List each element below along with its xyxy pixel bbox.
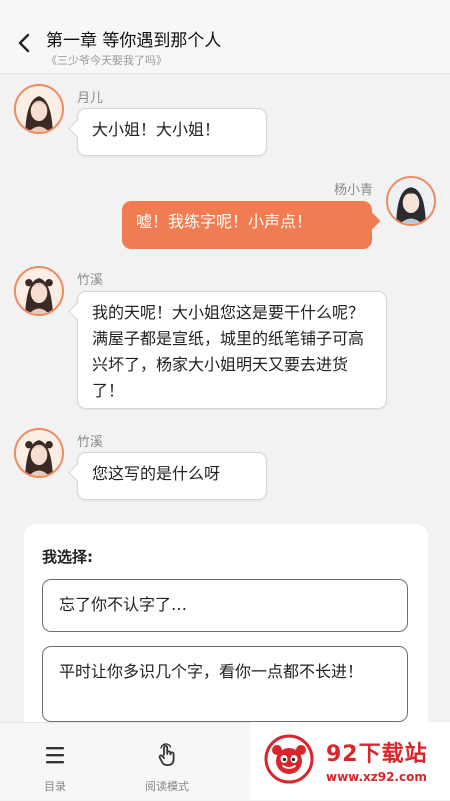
message-bubble: 我的天呢！大小姐您这是要干什么呢？满屋子都是宣纸，城里的纸笔铺子可高兴坏了，杨家… <box>77 291 387 409</box>
avatar-yang-xiaoqing <box>386 176 436 226</box>
chapter-header: 第一章 等你遇到那个人 《三少爷今天娶我了吗》 <box>0 0 450 74</box>
nav-label: 阅读模式 <box>145 780 189 793</box>
choice-title: 我选择: <box>42 548 93 566</box>
avatar-zhuxi <box>14 428 64 478</box>
message-bubble: 您这写的是什么呀 <box>77 452 267 500</box>
book-title: 《三少爷今天娶我了吗》 <box>46 54 167 67</box>
chapter-title: 第一章 等你遇到那个人 <box>46 31 222 51</box>
nav-catalog[interactable]: 目录 <box>10 723 100 801</box>
tap-hand-icon <box>158 743 175 766</box>
speaker-name: 杨小青 <box>333 183 373 198</box>
speaker-name: 月儿 <box>77 91 104 106</box>
list-icon <box>46 747 64 764</box>
site-watermark: 92下载站 www.xz92.com <box>250 722 450 800</box>
speaker-name: 竹溪 <box>77 435 104 450</box>
avatar-yueer <box>14 84 64 134</box>
nav-label: 目录 <box>44 780 66 793</box>
back-arrow-icon[interactable] <box>14 32 36 54</box>
avatar-zhuxi <box>14 266 64 316</box>
watermark-logo-icon <box>264 734 314 784</box>
choice-option-1[interactable]: 忘了你不认字了… <box>42 579 408 632</box>
watermark-name: 92下载站 <box>326 742 428 767</box>
message-bubble: 嘘！我练字呢！小声点！ <box>122 201 372 249</box>
nav-reading-mode[interactable]: 阅读模式 <box>122 723 212 801</box>
speaker-name: 竹溪 <box>77 273 104 288</box>
watermark-url: www.xz92.com <box>326 770 427 784</box>
choice-option-2[interactable]: 平时让你多识几个字，看你一点都不长进！ <box>42 646 408 722</box>
message-bubble: 大小姐！大小姐！ <box>77 108 267 156</box>
